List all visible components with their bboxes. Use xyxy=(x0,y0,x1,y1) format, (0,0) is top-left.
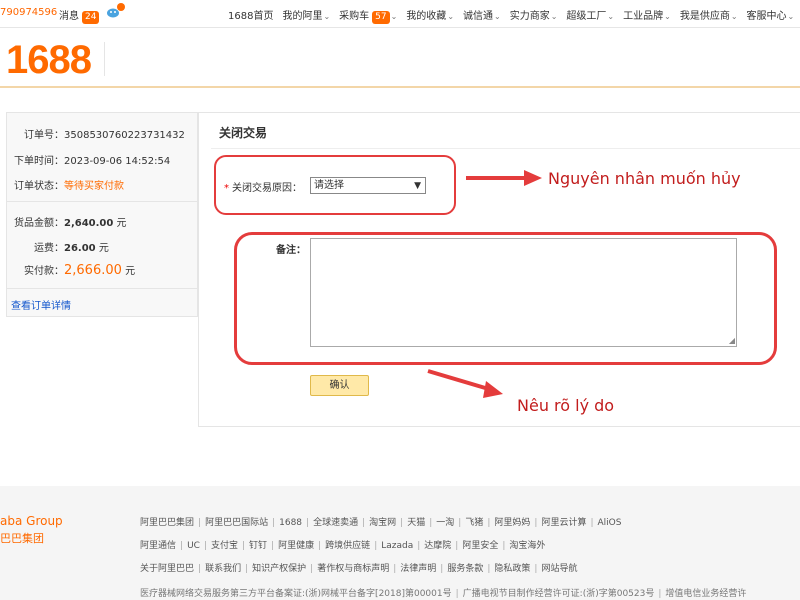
footer-separator: | xyxy=(306,518,310,528)
footer-link[interactable]: 一淘 xyxy=(436,518,454,528)
footer-logo-en[interactable]: aba Group xyxy=(0,514,63,528)
footer-separator: | xyxy=(458,518,462,528)
footer-link[interactable]: UC xyxy=(187,541,200,551)
footer-separator: | xyxy=(180,541,184,551)
footer-link[interactable]: 知识产权保护 xyxy=(252,564,306,574)
footer-link[interactable]: 法律声明 xyxy=(400,564,436,574)
footer-link[interactable]: 阿里健康 xyxy=(278,541,314,551)
footer-links-row-2: 阿里通信 | UC | 支付宝 | 钉钉 | 阿里健康 | 跨境供应链 | Lazada | 达摩院 | 阿里安… xyxy=(140,538,545,551)
footer-link[interactable]: 淘宝海外 xyxy=(509,541,545,551)
reason-annotation-text: Nguyên nhân muốn hủy xyxy=(548,169,741,188)
footer-link[interactable]: 钉钉 xyxy=(249,541,267,551)
footer-separator: | xyxy=(429,518,433,528)
footer-separator: | xyxy=(242,541,246,551)
footer-separator: | xyxy=(534,564,538,574)
footer-link[interactable]: 著作权与商标声明 xyxy=(317,564,389,574)
footer-separator: | xyxy=(362,518,366,528)
footer-link[interactable]: 天猫 xyxy=(407,518,425,528)
footer-link[interactable]: 联系我们 xyxy=(205,564,241,574)
footer-link[interactable]: 全球速卖通 xyxy=(313,518,358,528)
footer-separator: | xyxy=(487,564,491,574)
footer-link[interactable]: 阿里巴巴集团 xyxy=(140,518,194,528)
footer-link[interactable]: 跨境供应链 xyxy=(325,541,370,551)
footer-link[interactable]: 阿里妈妈 xyxy=(494,518,530,528)
footer-separator: | xyxy=(658,589,662,599)
footer-separator: | xyxy=(272,518,276,528)
footer-link[interactable]: 达摩院 xyxy=(424,541,451,551)
footer-separator: | xyxy=(271,541,275,551)
footer-link[interactable]: 医疗器械网络交易服务第三方平台备案证:(浙)网械平台备字[2018]第00001… xyxy=(140,589,452,599)
footer-separator: | xyxy=(487,518,491,528)
footer-license-row: 医疗器械网络交易服务第三方平台备案证:(浙)网械平台备字[2018]第00001… xyxy=(140,586,746,599)
footer-separator: | xyxy=(318,541,322,551)
footer-separator: | xyxy=(393,564,397,574)
footer-separator: | xyxy=(310,564,314,574)
footer-separator: | xyxy=(203,541,207,551)
footer-separator: | xyxy=(502,541,506,551)
arrow-to-detail-note xyxy=(427,369,503,398)
footer-link[interactable]: 服务条款 xyxy=(447,564,483,574)
footer-link[interactable]: 广播电视节目制作经营许可证:(浙)字第00523号 xyxy=(463,589,655,599)
footer-separator: | xyxy=(417,541,421,551)
footer-links-row-1: 阿里巴巴集团 | 阿里巴巴国际站 | 1688 | 全球速卖通 | 淘宝网 | 天猫 | 一淘 | 飞猪 | 阿… xyxy=(140,515,621,528)
footer-separator: | xyxy=(198,518,202,528)
footer-logo-cn[interactable]: 巴巴集团 xyxy=(0,530,44,546)
footer-separator: | xyxy=(455,589,459,599)
footer-link[interactable]: 支付宝 xyxy=(211,541,238,551)
footer-link[interactable]: 隐私政策 xyxy=(494,564,530,574)
footer-link[interactable]: 阿里云计算 xyxy=(541,518,586,528)
footer-separator: | xyxy=(245,564,249,574)
footer-link[interactable]: 关于阿里巴巴 xyxy=(140,564,194,574)
footer-link[interactable]: 网站导航 xyxy=(541,564,577,574)
detail-annotation-text: Nêu rõ lý do xyxy=(517,396,615,415)
footer-separator: | xyxy=(400,518,404,528)
footer-link[interactable]: 飞猪 xyxy=(465,518,483,528)
footer-link[interactable]: 阿里安全 xyxy=(462,541,498,551)
footer-link[interactable]: AliOS xyxy=(598,518,622,528)
footer-link[interactable]: 阿里巴巴国际站 xyxy=(205,518,268,528)
footer-separator: | xyxy=(455,541,459,551)
footer-links-row-3: 关于阿里巴巴 | 联系我们 | 知识产权保护 | 著作权与商标声明 | 法律声明 | 服务条款 | 隐私… xyxy=(140,561,577,574)
footer-separator: | xyxy=(198,564,202,574)
arrow-to-reason-note xyxy=(466,170,542,186)
footer-separator: | xyxy=(534,518,538,528)
footer-link[interactable]: 1688 xyxy=(279,518,302,528)
footer-link[interactable]: 淘宝网 xyxy=(369,518,396,528)
footer-link[interactable]: Lazada xyxy=(381,541,413,551)
footer-separator: | xyxy=(374,541,378,551)
footer-link[interactable]: 增值电信业务经营许 xyxy=(665,589,746,599)
footer-separator: | xyxy=(440,564,444,574)
footer-separator: | xyxy=(590,518,594,528)
footer-link[interactable]: 阿里通信 xyxy=(140,541,176,551)
